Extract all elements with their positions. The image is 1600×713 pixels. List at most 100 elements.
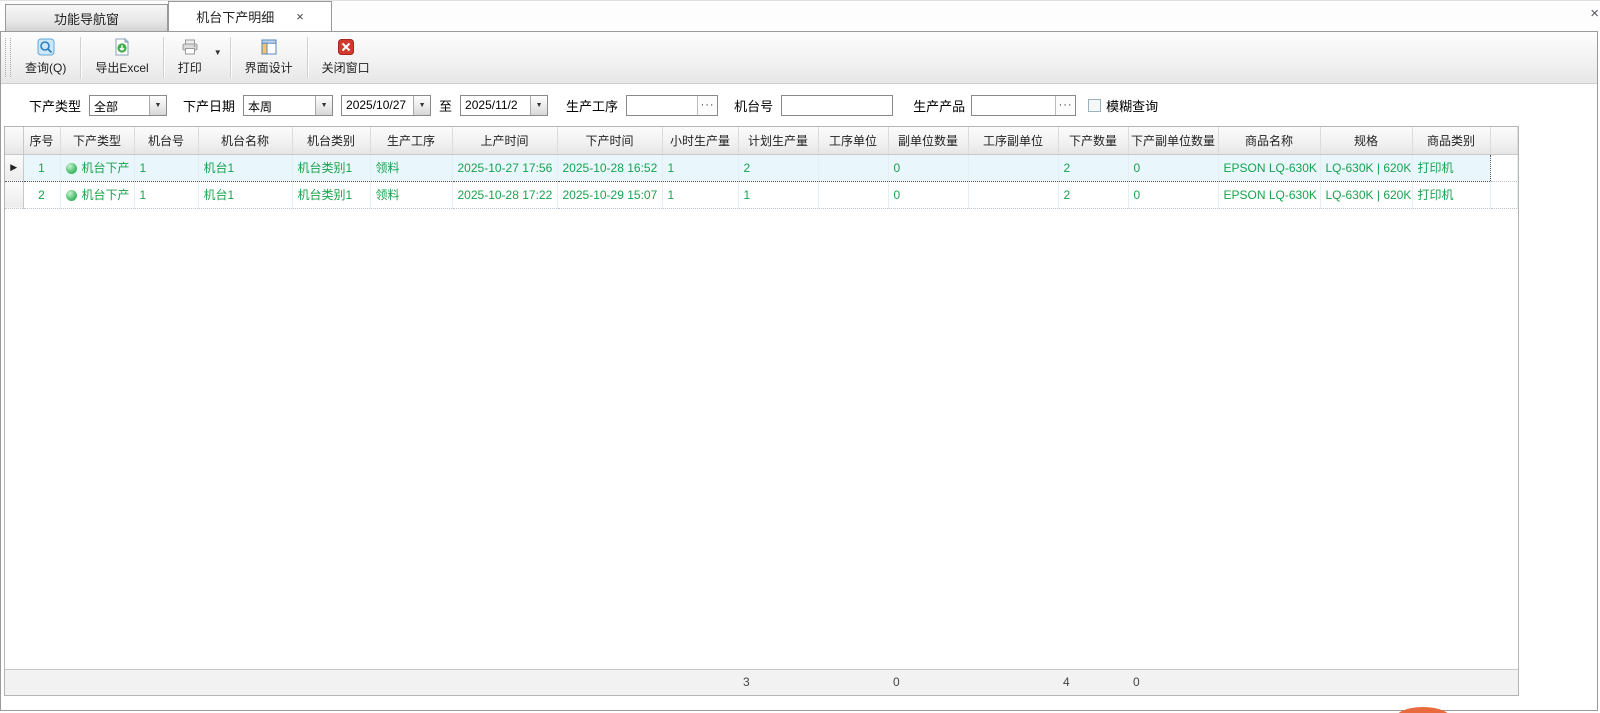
col-header-product-name[interactable]: 商品名称: [1218, 127, 1320, 154]
cell-sub-unit-qty: 0: [888, 154, 968, 181]
machine-no-input[interactable]: [781, 95, 893, 116]
cell-machine-no: 1: [134, 181, 198, 208]
cell-spec: LQ-630K | 620K: [1320, 181, 1412, 208]
row-marker: ▶: [5, 154, 23, 181]
table-row[interactable]: ▶ 1 机台下产 1 机台1 机台类别1 领料 2025-10-27 17:56…: [5, 154, 1518, 181]
date-from-picker[interactable]: 2025/10/27 ▼: [341, 95, 431, 116]
cell-process-sub-unit: [968, 181, 1058, 208]
cell-machine-no: 1: [134, 154, 198, 181]
chevron-down-icon[interactable]: ▼: [413, 96, 430, 115]
grid-summary-footer: 3 0 4 0: [5, 669, 1518, 696]
cell-output-type: 机台下产: [60, 154, 134, 181]
col-header-process[interactable]: 生产工序: [370, 127, 452, 154]
ui-design-icon: [260, 38, 278, 56]
col-header-output-qty[interactable]: 下产数量: [1058, 127, 1128, 154]
cell-machine-name: 机台1: [198, 154, 292, 181]
cell-seq: 2: [23, 181, 60, 208]
col-header-start-time[interactable]: 上产时间: [452, 127, 557, 154]
col-header-machine-cat[interactable]: 机台类别: [292, 127, 370, 154]
close-window-icon: [337, 38, 355, 56]
date-to-label: 至: [439, 96, 452, 115]
toolbar-separator: [163, 37, 164, 78]
col-header-planned-qty[interactable]: 计划生产量: [738, 127, 818, 154]
filter-bar: 下产类型 全部 ▼ 下产日期 本周 ▼ 2025/10/27 ▼ 至 2025/…: [1, 84, 1597, 126]
chevron-down-icon[interactable]: ▼: [315, 96, 332, 115]
tab-bar: 功能导航窗 机台下产明细 × ×: [0, 1, 1600, 31]
date-to-picker[interactable]: 2025/11/2 ▼: [460, 95, 548, 116]
toolbar-separator: [80, 37, 81, 78]
search-icon: [37, 38, 55, 56]
cell-machine-cat: 机台类别1: [292, 181, 370, 208]
close-window-button[interactable]: 关闭窗口: [310, 32, 382, 83]
col-header-machine-name[interactable]: 机台名称: [198, 127, 292, 154]
process-input[interactable]: [627, 96, 697, 115]
output-type-combobox[interactable]: 全部 ▼: [89, 95, 167, 116]
col-header-spec[interactable]: 规格: [1320, 127, 1412, 154]
chevron-down-icon[interactable]: ▼: [149, 96, 166, 115]
date-preset-combobox[interactable]: 本周 ▼: [243, 95, 333, 116]
cell-filler: [1490, 154, 1518, 181]
col-header-output-type[interactable]: 下产类型: [60, 127, 134, 154]
row-indicator-header: [5, 127, 23, 154]
product-input[interactable]: [972, 96, 1055, 115]
row-marker: [5, 181, 23, 208]
tab-function-nav[interactable]: 功能导航窗: [5, 4, 168, 31]
tab-label: 机台下产明细: [196, 7, 274, 26]
tab-machine-output-detail[interactable]: 机台下产明细 ×: [168, 1, 332, 31]
excel-export-icon: [113, 38, 131, 56]
fuzzy-search-checkbox[interactable]: [1088, 99, 1101, 112]
ellipsis-lookup-icon[interactable]: ···: [697, 96, 717, 115]
col-header-filler: [1490, 127, 1518, 154]
print-button-label: 打印: [178, 59, 202, 76]
cell-output-type: 机台下产: [60, 181, 134, 208]
machine-no-label: 机台号: [734, 96, 773, 115]
status-dot-icon: [66, 190, 77, 201]
product-field[interactable]: ···: [971, 95, 1076, 116]
process-field[interactable]: ···: [626, 95, 718, 116]
cell-hourly-qty: 1: [662, 154, 738, 181]
app-window: 功能导航窗 机台下产明细 × × 查询(Q) 导出Excel: [0, 0, 1600, 713]
cell-spec: LQ-630K | 620K: [1320, 154, 1412, 181]
process-label: 生产工序: [566, 96, 618, 115]
cell-output-qty: 2: [1058, 181, 1128, 208]
status-dot-icon: [66, 163, 77, 174]
cell-product-name: EPSON LQ-630K: [1218, 181, 1320, 208]
col-header-seq[interactable]: 序号: [23, 127, 60, 154]
cell-machine-name: 机台1: [198, 181, 292, 208]
tab-close-icon[interactable]: ×: [296, 9, 304, 24]
table-row[interactable]: 2 机台下产 1 机台1 机台类别1 领料 2025-10-28 17:22 2…: [5, 181, 1518, 208]
cell-machine-cat: 机台类别1: [292, 154, 370, 181]
toolbar: 查询(Q) 导出Excel 打印 ▼: [1, 32, 1597, 84]
ellipsis-lookup-icon[interactable]: ···: [1055, 96, 1075, 115]
col-header-sub-unit-qty[interactable]: 副单位数量: [888, 127, 968, 154]
cell-output-sub-qty: 0: [1128, 181, 1218, 208]
export-excel-button[interactable]: 导出Excel: [83, 32, 160, 83]
print-dropdown-arrow[interactable]: ▼: [214, 32, 228, 83]
close-window-button-label: 关闭窗口: [322, 59, 370, 76]
col-header-machine-no[interactable]: 机台号: [134, 127, 198, 154]
print-button[interactable]: 打印: [166, 32, 214, 83]
cell-end-time: 2025-10-28 16:52: [557, 154, 662, 181]
ui-design-button[interactable]: 界面设计: [233, 32, 305, 83]
cell-output-sub-qty: 0: [1128, 154, 1218, 181]
cell-start-time: 2025-10-27 17:56: [452, 154, 557, 181]
query-button[interactable]: 查询(Q): [13, 32, 78, 83]
col-header-process-unit[interactable]: 工序单位: [818, 127, 888, 154]
cell-process-sub-unit: [968, 154, 1058, 181]
col-header-category[interactable]: 商品类别: [1412, 127, 1490, 154]
col-header-output-sub-qty[interactable]: 下产副单位数量: [1128, 127, 1218, 154]
chevron-down-icon[interactable]: ▼: [530, 96, 547, 115]
cell-product-name: EPSON LQ-630K: [1218, 154, 1320, 181]
date-from-value: 2025/10/27: [342, 96, 413, 115]
col-header-end-time[interactable]: 下产时间: [557, 127, 662, 154]
cell-seq: 1: [23, 154, 60, 181]
output-type-label: 下产类型: [29, 96, 81, 115]
col-header-hourly-qty[interactable]: 小时生产量: [662, 127, 738, 154]
cell-hourly-qty: 1: [662, 181, 738, 208]
cell-category: 打印机: [1412, 154, 1490, 181]
col-header-process-sub-unit[interactable]: 工序副单位: [968, 127, 1058, 154]
cell-category: 打印机: [1412, 181, 1490, 208]
window-close-icon[interactable]: ×: [1590, 5, 1599, 22]
toolbar-separator: [307, 37, 308, 78]
cell-end-time: 2025-10-29 15:07: [557, 181, 662, 208]
